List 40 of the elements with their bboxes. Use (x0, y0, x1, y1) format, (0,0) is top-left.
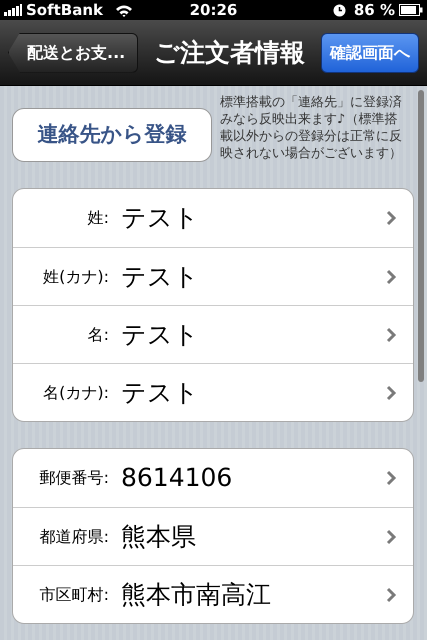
field-label: 姓: (86, 207, 109, 229)
form-row[interactable]: 姓: テスト (13, 189, 413, 247)
wifi-icon (115, 4, 134, 16)
screen-title: ご注文者情報 (153, 36, 306, 69)
battery-icon (399, 4, 424, 16)
field-value: テスト (120, 318, 200, 351)
field-label: 姓(カナ): (42, 266, 109, 288)
import-contacts-button[interactable]: 連絡先から登録 (12, 108, 212, 162)
chevron-icon (386, 210, 397, 226)
alarm-clock-icon (332, 4, 346, 16)
field-value: テスト (120, 260, 200, 293)
form-row[interactable]: 名: テスト (13, 305, 413, 363)
field-value: 熊本市南高江 (120, 578, 272, 611)
field-label: 名: (86, 324, 109, 346)
signal-icon (4, 4, 22, 16)
back-button[interactable]: 配送とお支... (8, 32, 138, 72)
field-label: 都道府県: (38, 526, 109, 548)
chevron-icon (386, 384, 397, 400)
chevron-icon (386, 326, 397, 342)
clock-time: 20:26 (188, 0, 238, 21)
form-row[interactable]: 名(カナ): テスト (13, 363, 413, 421)
chevron-icon (386, 470, 397, 486)
confirm-button[interactable]: 確認画面へ (321, 32, 419, 72)
field-value: 熊本県 (120, 520, 197, 553)
chevron-icon (386, 268, 397, 284)
form-row[interactable]: 郵便番号: 8614106 (13, 449, 413, 507)
field-label: 名(カナ): (42, 382, 109, 404)
import-note: 標準搭載の「連絡先」に登録済みなら反映出来ます♪（標準搭載以外からの登録分は正常に反映されない場合がございます） (220, 94, 403, 162)
field-value: テスト (120, 376, 200, 409)
carrier-name: SoftBank (26, 0, 104, 21)
field-value: 8614106 (120, 462, 234, 494)
form-row[interactable]: 都道府県: 熊本県 (13, 507, 413, 565)
field-label: 市区町村: (38, 584, 109, 606)
field-value: テスト (120, 202, 200, 234)
chevron-icon (386, 586, 397, 602)
field-label: 郵便番号: (38, 467, 109, 489)
form-row[interactable]: 姓(カナ): テスト (13, 247, 413, 305)
battery-percent: 86 % (354, 0, 396, 21)
chevron-icon (386, 528, 397, 544)
form-row[interactable]: 市区町村: 熊本市南高江 (13, 565, 413, 623)
